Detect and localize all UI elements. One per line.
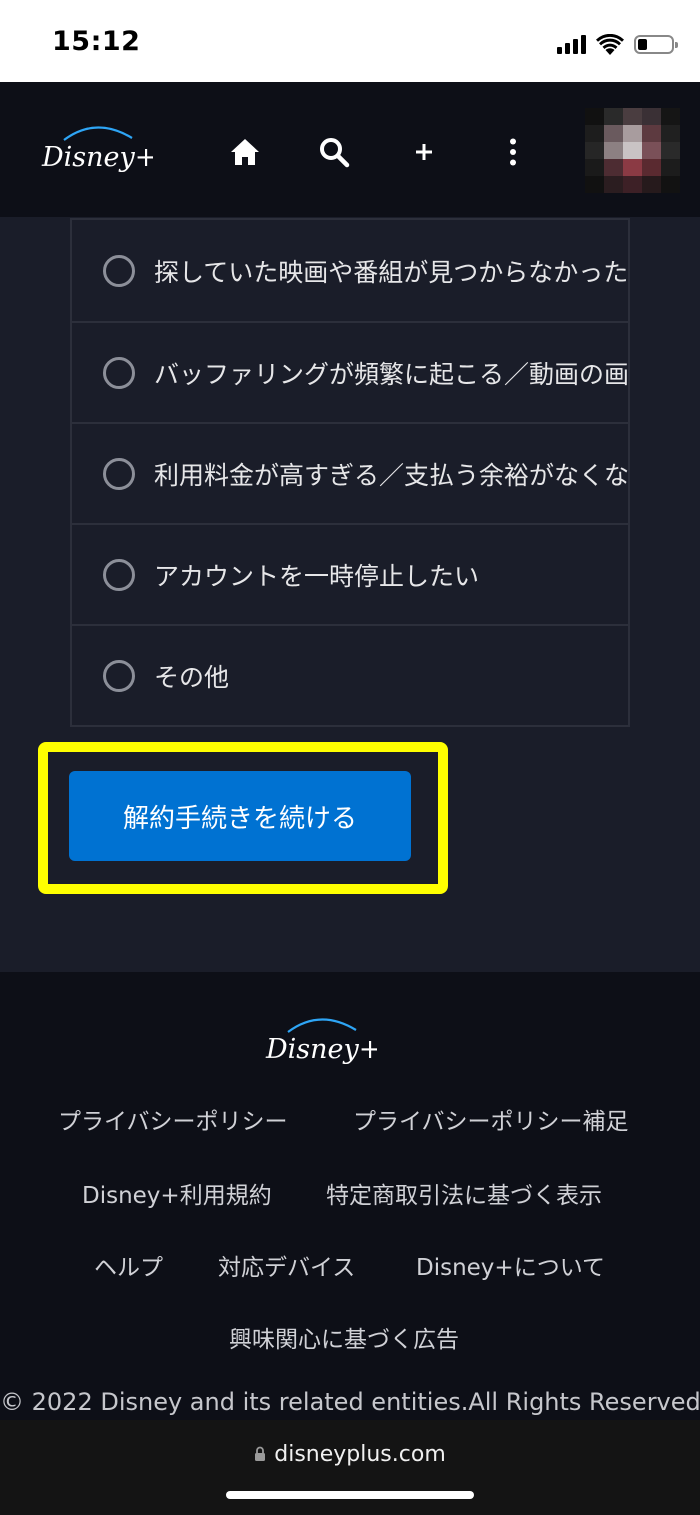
- reason-label: バッファリングが頻繁に起こる／動画の画質が: [154, 359, 628, 389]
- privacy-supplement-link[interactable]: プライバシーポリシー補足: [353, 1102, 629, 1136]
- help-link[interactable]: ヘルプ: [94, 1248, 163, 1282]
- reason-option[interactable]: バッファリングが頻繁に起こる／動画の画質が: [72, 321, 628, 422]
- terms-link[interactable]: Disney+利用規約: [82, 1176, 272, 1210]
- url-display[interactable]: disneyplus.com: [0, 1442, 700, 1467]
- devices-link[interactable]: 対応デバイス: [218, 1248, 355, 1282]
- more-vertical-icon[interactable]: [493, 132, 533, 172]
- profile-avatar[interactable]: [585, 108, 680, 193]
- footer-disney-plus-logo[interactable]: Disney+: [262, 1010, 377, 1076]
- interest-ads-link[interactable]: 興味関心に基づく広告: [229, 1320, 459, 1354]
- reason-label: 探していた映画や番組が見つからなかった: [154, 257, 628, 287]
- url-text: disneyplus.com: [274, 1442, 446, 1467]
- radio-button[interactable]: [103, 558, 135, 591]
- cancellation-reason-list: 探していた映画や番組が見つからなかった バッファリングが頻繁に起こる／動画の画質…: [70, 218, 630, 727]
- continue-cancellation-button[interactable]: 解約手続きを続ける: [69, 771, 411, 861]
- status-time: 15:12: [52, 26, 141, 57]
- radio-button[interactable]: [103, 659, 135, 692]
- cellular-signal-icon: [557, 34, 586, 54]
- disney-plus-logo[interactable]: Disney+: [38, 118, 153, 184]
- reason-option[interactable]: アカウントを一時停止したい: [72, 523, 628, 624]
- reason-label: アカウントを一時停止したい: [154, 561, 480, 591]
- lock-icon: [255, 1446, 266, 1461]
- logo-text: Disney+: [41, 142, 153, 173]
- status-bar: 15:12: [0, 0, 700, 82]
- commercial-law-link[interactable]: 特定商取引法に基づく表示: [326, 1176, 602, 1210]
- reason-option[interactable]: その他: [72, 624, 628, 725]
- home-indicator[interactable]: [226, 1491, 474, 1499]
- reason-label: 利用料金が高すぎる／支払う余裕がなくなった: [154, 460, 628, 490]
- status-icons: [557, 30, 678, 58]
- radio-button[interactable]: [103, 254, 135, 287]
- radio-button[interactable]: [103, 457, 135, 490]
- privacy-policy-link[interactable]: プライバシーポリシー: [58, 1102, 288, 1136]
- reason-option[interactable]: 探していた映画や番組が見つからなかった: [72, 218, 628, 321]
- about-link[interactable]: Disney+について: [416, 1248, 605, 1282]
- search-icon[interactable]: [314, 132, 354, 172]
- radio-button[interactable]: [103, 356, 135, 389]
- plus-icon[interactable]: [404, 132, 444, 172]
- battery-icon: [634, 34, 678, 54]
- reason-option[interactable]: 利用料金が高すぎる／支払う余裕がなくなった: [72, 422, 628, 523]
- reason-label: その他: [154, 662, 230, 692]
- wifi-icon: [596, 33, 624, 55]
- browser-url-bar[interactable]: disneyplus.com: [0, 1420, 700, 1515]
- copyright-text: © 2022 Disney and its related entities.A…: [0, 1388, 700, 1416]
- home-icon[interactable]: [225, 132, 265, 172]
- footer-logo-text: Disney+: [265, 1034, 377, 1065]
